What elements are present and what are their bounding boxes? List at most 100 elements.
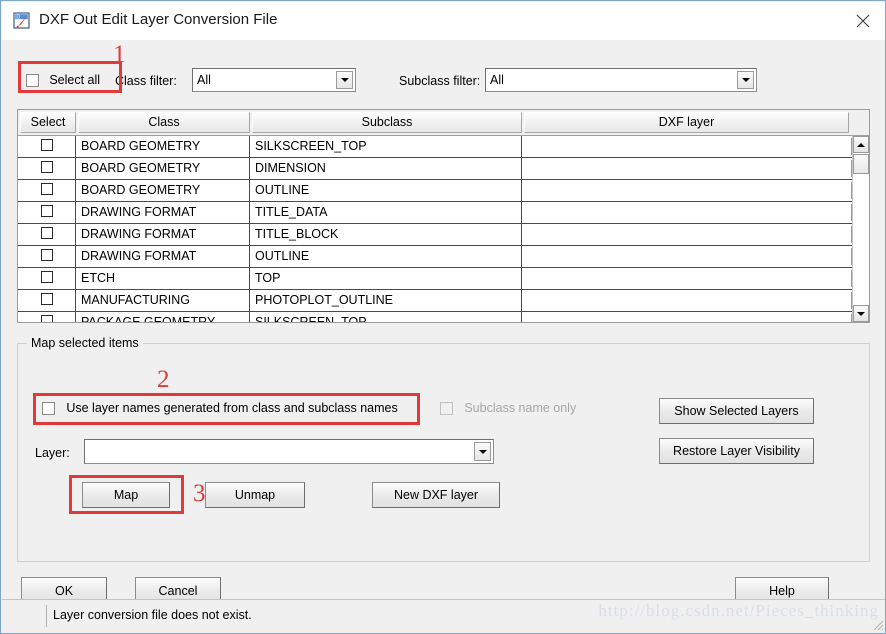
row-select-checkbox-box[interactable] bbox=[40, 183, 53, 196]
cell-subclass: OUTLINE bbox=[250, 246, 522, 267]
cell-subclass: OUTLINE bbox=[250, 180, 522, 201]
row-select-checkbox[interactable] bbox=[18, 290, 76, 311]
grid-column-header-select[interactable]: Select bbox=[20, 112, 76, 133]
class-filter-chevron-down-icon[interactable] bbox=[336, 71, 353, 89]
cell-class: DRAWING FORMAT bbox=[76, 224, 250, 245]
row-select-checkbox-box[interactable] bbox=[40, 315, 53, 322]
row-select-checkbox[interactable] bbox=[18, 202, 76, 223]
table-row[interactable]: DRAWING FORMAT TITLE_DATA bbox=[18, 202, 869, 224]
scroll-up-icon[interactable] bbox=[853, 136, 869, 153]
table-row[interactable]: BOARD GEOMETRY SILKSCREEN_TOP bbox=[18, 136, 869, 158]
layer-conversion-grid: Select Class Subclass DXF layer BOARD GE… bbox=[17, 109, 870, 323]
scroll-down-icon[interactable] bbox=[853, 305, 869, 322]
row-select-checkbox[interactable] bbox=[18, 224, 76, 245]
row-select-checkbox[interactable] bbox=[18, 268, 76, 289]
dxf-app-icon: D bbox=[13, 12, 31, 30]
row-select-checkbox[interactable] bbox=[18, 180, 76, 201]
table-row[interactable]: PACKAGE GEOMETRY SILKSCREEN_TOP bbox=[18, 312, 869, 322]
cell-subclass: DIMENSION bbox=[250, 158, 522, 179]
subclass-name-only-label: Subclass name only bbox=[464, 401, 577, 415]
row-select-checkbox[interactable] bbox=[18, 136, 76, 157]
use-generated-names-checkbox[interactable]: Use layer names generated from class and… bbox=[42, 401, 398, 416]
cell-subclass: TOP bbox=[250, 268, 522, 289]
cell-dxf-layer[interactable] bbox=[522, 202, 869, 223]
layer-combo[interactable] bbox=[84, 439, 494, 464]
svg-text:D: D bbox=[16, 15, 20, 21]
table-row[interactable]: BOARD GEOMETRY DIMENSION bbox=[18, 158, 869, 180]
cell-dxf-layer[interactable] bbox=[522, 268, 869, 289]
cell-dxf-layer[interactable] bbox=[522, 136, 869, 157]
cell-subclass: SILKSCREEN_TOP bbox=[250, 136, 522, 157]
class-filter-combo[interactable]: All bbox=[192, 68, 356, 92]
select-all-label: Select all bbox=[49, 73, 101, 87]
subclass-name-only-checkbox[interactable]: Subclass name only bbox=[440, 401, 577, 416]
subclass-filter-chevron-down-icon[interactable] bbox=[737, 71, 754, 89]
row-select-checkbox-box[interactable] bbox=[40, 139, 53, 152]
layer-combo-chevron-down-icon[interactable] bbox=[474, 442, 491, 461]
scrollbar-thumb[interactable] bbox=[853, 154, 869, 174]
layer-field-label: Layer: bbox=[35, 446, 70, 460]
cell-subclass: TITLE_BLOCK bbox=[250, 224, 522, 245]
title-bar: D DXF Out Edit Layer Conversion File bbox=[2, 2, 885, 41]
use-generated-names-label: Use layer names generated from class and… bbox=[66, 401, 398, 415]
grid-header-row: Select Class Subclass DXF layer bbox=[18, 110, 869, 136]
row-select-checkbox-box[interactable] bbox=[40, 293, 53, 306]
cell-subclass: PHOTOPLOT_OUTLINE bbox=[250, 290, 522, 311]
restore-layer-visibility-button[interactable]: Restore Layer Visibility bbox=[659, 438, 814, 464]
use-generated-names-checkbox-box[interactable] bbox=[42, 402, 55, 416]
grid-body: BOARD GEOMETRY SILKSCREEN_TOP BOARD GEOMET… bbox=[18, 136, 869, 322]
cell-dxf-layer[interactable] bbox=[522, 180, 869, 201]
cell-dxf-layer[interactable] bbox=[522, 312, 869, 322]
resize-grip-icon[interactable] bbox=[870, 617, 884, 631]
cell-class: DRAWING FORMAT bbox=[76, 202, 250, 223]
row-select-checkbox-box[interactable] bbox=[40, 161, 53, 174]
cell-class: BOARD GEOMETRY bbox=[76, 136, 250, 157]
cell-class: DRAWING FORMAT bbox=[76, 246, 250, 267]
table-row[interactable]: ETCH TOP bbox=[18, 268, 869, 290]
table-row[interactable]: DRAWING FORMAT TITLE_BLOCK bbox=[18, 224, 869, 246]
cell-dxf-layer[interactable] bbox=[522, 158, 869, 179]
window-title: DXF Out Edit Layer Conversion File bbox=[39, 11, 278, 28]
cell-class: ETCH bbox=[76, 268, 250, 289]
subclass-filter-combo[interactable]: All bbox=[485, 68, 757, 92]
cell-dxf-layer[interactable] bbox=[522, 246, 869, 267]
dialog-window: D DXF Out Edit Layer Conversion File Sel… bbox=[0, 0, 886, 634]
cell-class: MANUFACTURING bbox=[76, 290, 250, 311]
grid-column-header-subclass[interactable]: Subclass bbox=[252, 112, 522, 133]
table-row[interactable]: MANUFACTURING PHOTOPLOT_OUTLINE bbox=[18, 290, 869, 312]
cell-subclass: TITLE_DATA bbox=[250, 202, 522, 223]
new-dxf-layer-button[interactable]: New DXF layer bbox=[372, 482, 500, 508]
cell-subclass: SILKSCREEN_TOP bbox=[250, 312, 522, 322]
table-row[interactable]: BOARD GEOMETRY OUTLINE bbox=[18, 180, 869, 202]
row-select-checkbox-box[interactable] bbox=[40, 227, 53, 240]
map-button[interactable]: Map bbox=[82, 482, 170, 508]
row-select-checkbox-box[interactable] bbox=[40, 205, 53, 218]
client-area: Select all Class filter: All Subclass fi… bbox=[2, 40, 885, 633]
grid-column-header-dxf-layer[interactable]: DXF layer bbox=[524, 112, 849, 133]
unmap-button[interactable]: Unmap bbox=[205, 482, 305, 508]
grid-column-header-class[interactable]: Class bbox=[78, 112, 250, 133]
subclass-filter-label: Subclass filter: bbox=[399, 74, 481, 88]
row-select-checkbox[interactable] bbox=[18, 246, 76, 267]
row-select-checkbox[interactable] bbox=[18, 158, 76, 179]
select-all-checkbox[interactable]: Select all bbox=[26, 73, 101, 88]
row-select-checkbox-box[interactable] bbox=[40, 249, 53, 262]
class-filter-value: All bbox=[197, 73, 211, 87]
cell-class: PACKAGE GEOMETRY bbox=[76, 312, 250, 322]
show-selected-layers-button[interactable]: Show Selected Layers bbox=[659, 398, 814, 424]
close-icon[interactable] bbox=[840, 2, 885, 40]
row-select-checkbox[interactable] bbox=[18, 312, 76, 322]
row-select-checkbox-box[interactable] bbox=[40, 271, 53, 284]
map-selected-items-title: Map selected items bbox=[27, 336, 143, 350]
class-filter-label: Class filter: bbox=[115, 74, 177, 88]
cell-dxf-layer[interactable] bbox=[522, 290, 869, 311]
select-all-checkbox-box[interactable] bbox=[26, 74, 39, 88]
grid-vertical-scrollbar[interactable] bbox=[852, 136, 869, 322]
cell-class: BOARD GEOMETRY bbox=[76, 158, 250, 179]
table-row[interactable]: DRAWING FORMAT OUTLINE bbox=[18, 246, 869, 268]
subclass-filter-value: All bbox=[490, 73, 504, 87]
cell-dxf-layer[interactable] bbox=[522, 224, 869, 245]
subclass-name-only-checkbox-box[interactable] bbox=[440, 402, 453, 416]
status-bar: Layer conversion file does not exist. bbox=[2, 599, 885, 632]
cell-class: BOARD GEOMETRY bbox=[76, 180, 250, 201]
